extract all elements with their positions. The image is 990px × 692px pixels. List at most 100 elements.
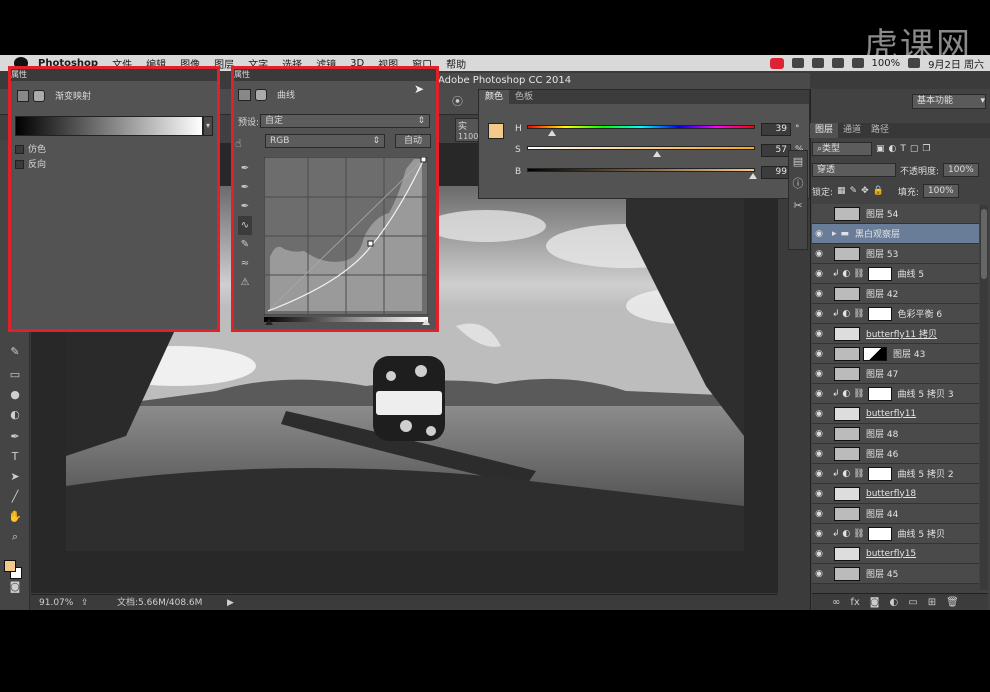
layers-scrollbar[interactable] bbox=[980, 205, 988, 590]
visibility-eye-icon[interactable]: ◉ bbox=[812, 469, 826, 479]
layer-name[interactable]: 色彩平衡 6 bbox=[898, 307, 943, 320]
layer-row[interactable]: ◉ 图层 46 bbox=[812, 444, 979, 464]
dodge-tool-icon[interactable]: ◐ bbox=[8, 408, 22, 422]
add-mask-icon[interactable]: ◙ bbox=[870, 597, 880, 608]
visibility-eye-icon[interactable]: ◉ bbox=[812, 489, 826, 499]
foreground-color-chip[interactable] bbox=[488, 123, 504, 139]
visibility-eye-icon[interactable]: ◉ bbox=[812, 529, 826, 539]
layer-row[interactable]: ◉ 图层 45 bbox=[812, 564, 979, 584]
visibility-eye-icon[interactable]: ◉ bbox=[812, 429, 826, 439]
blend-mode-select[interactable]: 穿透 bbox=[812, 163, 896, 177]
hue-slider-thumb[interactable] bbox=[547, 130, 556, 136]
layer-name[interactable]: 图层 48 bbox=[866, 427, 898, 440]
visibility-eye-icon[interactable]: ◉ bbox=[812, 389, 826, 399]
tab-layers[interactable]: 图层 bbox=[810, 123, 839, 138]
layer-name[interactable]: 曲线 5 拷贝 bbox=[898, 527, 945, 540]
layer-row[interactable]: ◉ ↲ ◐ ⛓ 曲线 5 拷贝 bbox=[812, 524, 979, 544]
lock-position-icon[interactable]: ✥ bbox=[861, 186, 869, 196]
filter-shape-icon[interactable]: ▢ bbox=[910, 144, 919, 154]
info-panel-icon[interactable]: ⓘ bbox=[789, 173, 807, 195]
visibility-eye-icon[interactable]: ◉ bbox=[812, 309, 826, 319]
layer-filter-select[interactable]: ⌕类型 bbox=[812, 142, 872, 156]
opacity-value[interactable]: 100% bbox=[943, 163, 979, 177]
layer-row[interactable]: ◉ butterfly18 bbox=[812, 484, 979, 504]
layer-row[interactable]: ◉ ▸ ▬ 黑白观察层 bbox=[812, 224, 979, 244]
layer-name[interactable]: 黑白观察层 bbox=[855, 227, 900, 240]
visibility-eye-icon[interactable]: ◉ bbox=[812, 369, 826, 379]
lock-image-icon[interactable]: ✎ bbox=[850, 186, 858, 196]
brightness-value[interactable]: 99 bbox=[761, 166, 791, 179]
saturation-value[interactable]: 57 bbox=[761, 144, 791, 157]
new-layer-icon[interactable]: ⊞ bbox=[928, 597, 936, 608]
visibility-eye-icon[interactable]: ◉ bbox=[812, 289, 826, 299]
layer-row[interactable]: ◉ 图层 42 bbox=[812, 284, 979, 304]
layer-thumbnail[interactable] bbox=[834, 446, 860, 461]
layer-mask-thumbnail[interactable] bbox=[867, 266, 892, 281]
options-tool-icon[interactable]: ⦿ bbox=[452, 93, 463, 109]
lock-all-icon[interactable]: 🔒 bbox=[873, 186, 884, 196]
visibility-eye-icon[interactable]: ◉ bbox=[812, 569, 826, 579]
eraser-tool-icon[interactable]: ▭ bbox=[8, 368, 22, 382]
layer-name[interactable]: 图层 45 bbox=[866, 567, 898, 580]
visibility-eye-icon[interactable]: ◉ bbox=[812, 349, 826, 359]
layer-name[interactable]: 图层 43 bbox=[893, 347, 925, 360]
layer-row[interactable]: ◉ ↲ ◐ ⛓ 曲线 5 拷贝 3 bbox=[812, 384, 979, 404]
layer-mask-thumbnail[interactable] bbox=[863, 346, 887, 361]
brightness-slider-thumb[interactable] bbox=[748, 173, 757, 179]
layer-thumbnail[interactable] bbox=[834, 546, 860, 561]
brush-tool-icon[interactable]: ✎ bbox=[8, 345, 22, 359]
battery-percent[interactable]: 100% bbox=[872, 58, 901, 69]
visibility-eye-icon[interactable]: ◉ bbox=[812, 549, 826, 559]
layer-row[interactable]: ◉ 图层 43 bbox=[812, 344, 979, 364]
document-tab[interactable]: 实 1100 bbox=[455, 118, 479, 142]
blur-tool-icon[interactable]: ● bbox=[8, 388, 22, 402]
layer-row[interactable]: 图层 54 bbox=[812, 204, 979, 224]
layer-thumbnail[interactable] bbox=[834, 566, 860, 581]
layer-mask-thumbnail[interactable] bbox=[867, 526, 892, 541]
saturation-slider-track[interactable] bbox=[527, 146, 755, 150]
layer-thumbnail[interactable] bbox=[834, 366, 860, 381]
zoom-level[interactable]: 91.07% bbox=[39, 595, 73, 611]
layer-row[interactable]: ◉ 图层 47 bbox=[812, 364, 979, 384]
layer-thumbnail[interactable] bbox=[834, 326, 860, 341]
saturation-slider-thumb[interactable] bbox=[652, 151, 661, 157]
history-panel-icon[interactable]: ▤ bbox=[789, 151, 807, 173]
layer-mask-thumbnail[interactable] bbox=[867, 466, 892, 481]
layer-name[interactable]: butterfly11 bbox=[866, 409, 916, 419]
tab-channels[interactable]: 通道 bbox=[838, 123, 866, 138]
clock[interactable]: 9月2日 周六 bbox=[928, 56, 984, 71]
filter-type-icon[interactable]: T bbox=[900, 144, 906, 154]
visibility-eye-icon[interactable]: ◉ bbox=[812, 249, 826, 259]
new-group-icon[interactable]: ▭ bbox=[908, 597, 917, 608]
layer-name[interactable]: 图层 46 bbox=[866, 447, 898, 460]
tab-color[interactable]: 颜色 bbox=[479, 90, 510, 104]
status-menu-arrow-icon[interactable]: ▶ bbox=[227, 595, 234, 611]
layer-row[interactable]: ◉ 图层 48 bbox=[812, 424, 979, 444]
layer-name[interactable]: 图层 47 bbox=[866, 367, 898, 380]
filter-smart-icon[interactable]: ❐ bbox=[922, 144, 930, 154]
zoom-tool-icon[interactable]: ⌕ bbox=[8, 530, 22, 544]
wifi-icon[interactable] bbox=[831, 58, 844, 68]
layer-thumbnail[interactable] bbox=[834, 346, 860, 361]
group-expand-icon[interactable]: ▸ bbox=[832, 229, 837, 239]
layer-name[interactable]: 曲线 5 拷贝 3 bbox=[898, 387, 954, 400]
visibility-eye-icon[interactable]: ◉ bbox=[812, 449, 826, 459]
share-icon[interactable]: ⇪ bbox=[81, 595, 89, 611]
layer-name[interactable]: 曲线 5 拷贝 2 bbox=[898, 467, 954, 480]
pen-tool-icon[interactable]: ✒ bbox=[8, 430, 22, 444]
layer-name[interactable]: 曲线 5 bbox=[898, 267, 925, 280]
scrollbar-thumb[interactable] bbox=[981, 209, 987, 279]
filter-pixel-icon[interactable]: ▣ bbox=[876, 144, 885, 154]
hand-tool-icon[interactable]: ✋ bbox=[8, 510, 22, 524]
battery-icon[interactable] bbox=[908, 58, 921, 68]
quick-mask-icon[interactable]: ◙ bbox=[8, 580, 22, 594]
menu-help[interactable]: 帮助 bbox=[446, 56, 466, 71]
delete-layer-icon[interactable]: 🗑 bbox=[946, 597, 959, 608]
layer-mask-thumbnail[interactable] bbox=[867, 386, 892, 401]
visibility-eye-icon[interactable]: ◉ bbox=[812, 269, 826, 279]
bluetooth-icon[interactable] bbox=[811, 58, 824, 68]
layer-thumbnail[interactable] bbox=[834, 486, 860, 501]
layer-name[interactable]: 图层 44 bbox=[866, 507, 898, 520]
layer-row[interactable]: ◉ butterfly15 bbox=[812, 544, 979, 564]
type-tool-icon[interactable]: T bbox=[8, 450, 22, 464]
